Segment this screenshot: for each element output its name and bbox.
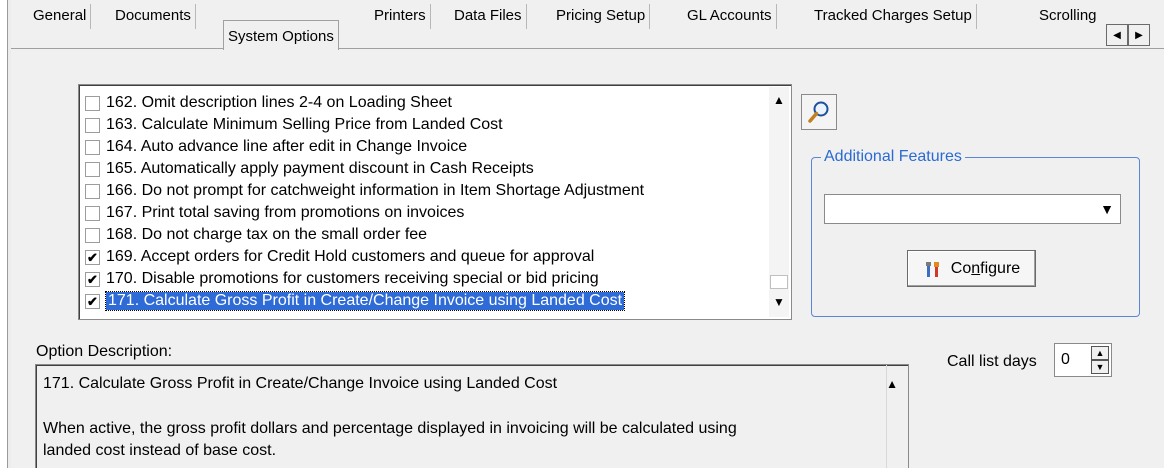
scroll-down-button[interactable]: ▼ — [769, 291, 789, 313]
triangle-up-icon: ▲ — [773, 93, 785, 107]
list-item[interactable]: 171. Calculate Gross Profit in Create/Ch… — [85, 290, 765, 312]
option-label: 165. Automatically apply payment discoun… — [106, 160, 534, 177]
list-item[interactable]: 170. Disable promotions for customers re… — [85, 268, 765, 290]
additional-features-title: Additional Features — [821, 148, 965, 166]
option-checkbox[interactable] — [85, 161, 100, 177]
option-label: 162. Omit description lines 2-4 on Loadi… — [106, 94, 452, 111]
option-label: 163. Calculate Minimum Selling Price fro… — [106, 116, 503, 133]
tab-scroll-right-button[interactable]: ▶ — [1128, 24, 1150, 46]
window-edge — [0, 0, 8, 468]
scroll-up-button[interactable]: ▲ — [769, 89, 789, 111]
option-checkbox[interactable] — [85, 271, 100, 287]
tab-pricing-setup[interactable]: Pricing Setup — [552, 4, 651, 29]
option-label: 167. Print total saving from promotions … — [106, 204, 465, 221]
option-checkbox[interactable] — [85, 117, 100, 133]
configure-button[interactable]: Configure — [907, 250, 1036, 287]
magnifier-icon — [808, 101, 829, 123]
configure-label: Configure — [950, 259, 1021, 277]
list-item[interactable]: 165. Automatically apply payment discoun… — [85, 158, 765, 180]
tab-printers[interactable]: Printers — [370, 4, 431, 29]
triangle-left-icon: ◀ — [1113, 29, 1121, 41]
list-item[interactable]: 168. Do not charge tax on the small orde… — [85, 224, 765, 246]
triangle-down-icon: ▼ — [1095, 362, 1105, 372]
tab-tracked-charges-setup[interactable]: Tracked Charges Setup — [810, 4, 977, 29]
list-item[interactable]: 169. Accept orders for Credit Hold custo… — [85, 246, 765, 268]
list-item[interactable]: 167. Print total saving from promotions … — [85, 202, 765, 224]
list-item[interactable]: 164. Auto advance line after edit in Cha… — [85, 136, 765, 158]
system-options-list[interactable]: 162. Omit description lines 2-4 on Loadi… — [78, 84, 792, 320]
triangle-down-icon: ▼ — [773, 295, 785, 309]
description-text-line: landed cost instead of base cost. — [43, 442, 277, 459]
tab-general[interactable]: General — [29, 4, 92, 29]
tab-system-options[interactable]: System Options — [223, 20, 339, 50]
call-list-days-label: Call list days — [947, 353, 1037, 370]
tab-documents[interactable]: Documents — [111, 4, 196, 29]
list-item[interactable]: 162. Omit description lines 2-4 on Loadi… — [85, 92, 765, 114]
option-label: 168. Do not charge tax on the small orde… — [106, 226, 428, 243]
option-checkbox[interactable] — [85, 249, 100, 265]
call-list-days-spinner[interactable]: 0 ▲ ▼ — [1054, 343, 1112, 377]
option-checkbox[interactable] — [85, 293, 100, 309]
tab-gl-accounts[interactable]: GL Accounts — [683, 4, 777, 29]
tab-data-files[interactable]: Data Files — [450, 4, 527, 29]
tools-icon — [925, 261, 939, 277]
option-checkbox[interactable] — [85, 183, 100, 199]
option-label: 166. Do not prompt for catchweight infor… — [106, 182, 645, 199]
scroll-thumb[interactable] — [770, 275, 788, 289]
option-label: 171. Calculate Gross Profit in Create/Ch… — [104, 291, 626, 311]
option-checkbox[interactable] — [85, 95, 100, 111]
call-list-days-value[interactable]: 0 — [1061, 351, 1070, 369]
option-checkbox[interactable] — [85, 205, 100, 221]
search-options-button[interactable] — [801, 94, 837, 130]
chevron-down-icon: ▼ — [1100, 201, 1114, 217]
list-vertical-scrollbar[interactable]: ▲ ▼ — [769, 87, 789, 317]
additional-features-group — [811, 157, 1140, 317]
triangle-right-icon: ▶ — [1135, 29, 1143, 41]
tab-scrolling[interactable]: Scrolling — [1035, 4, 1105, 29]
option-description-box: 171. Calculate Gross Profit in Create/Ch… — [35, 364, 909, 468]
description-title: 171. Calculate Gross Profit in Create/Ch… — [43, 375, 558, 392]
description-text-line: When active, the gross profit dollars an… — [43, 420, 737, 437]
spinner-buttons: ▲ ▼ — [1091, 346, 1109, 374]
option-checkbox[interactable] — [85, 227, 100, 243]
list-item[interactable]: 166. Do not prompt for catchweight infor… — [85, 180, 765, 202]
option-checkbox[interactable] — [85, 139, 100, 155]
additional-features-dropdown[interactable]: ▼ — [824, 194, 1121, 224]
option-label: 170. Disable promotions for customers re… — [106, 270, 599, 287]
option-label: 169. Accept orders for Credit Hold custo… — [106, 248, 595, 265]
spinner-up-button[interactable]: ▲ — [1091, 346, 1109, 360]
option-label: 164. Auto advance line after edit in Cha… — [106, 138, 468, 155]
triangle-up-icon: ▲ — [1095, 348, 1105, 358]
option-description-label: Option Description: — [36, 343, 173, 360]
triangle-up-icon[interactable]: ▲ — [886, 377, 898, 391]
tab-scroll-left-button[interactable]: ◀ — [1106, 24, 1128, 46]
spinner-down-button[interactable]: ▼ — [1091, 360, 1109, 374]
list-item[interactable]: 163. Calculate Minimum Selling Price fro… — [85, 114, 765, 136]
